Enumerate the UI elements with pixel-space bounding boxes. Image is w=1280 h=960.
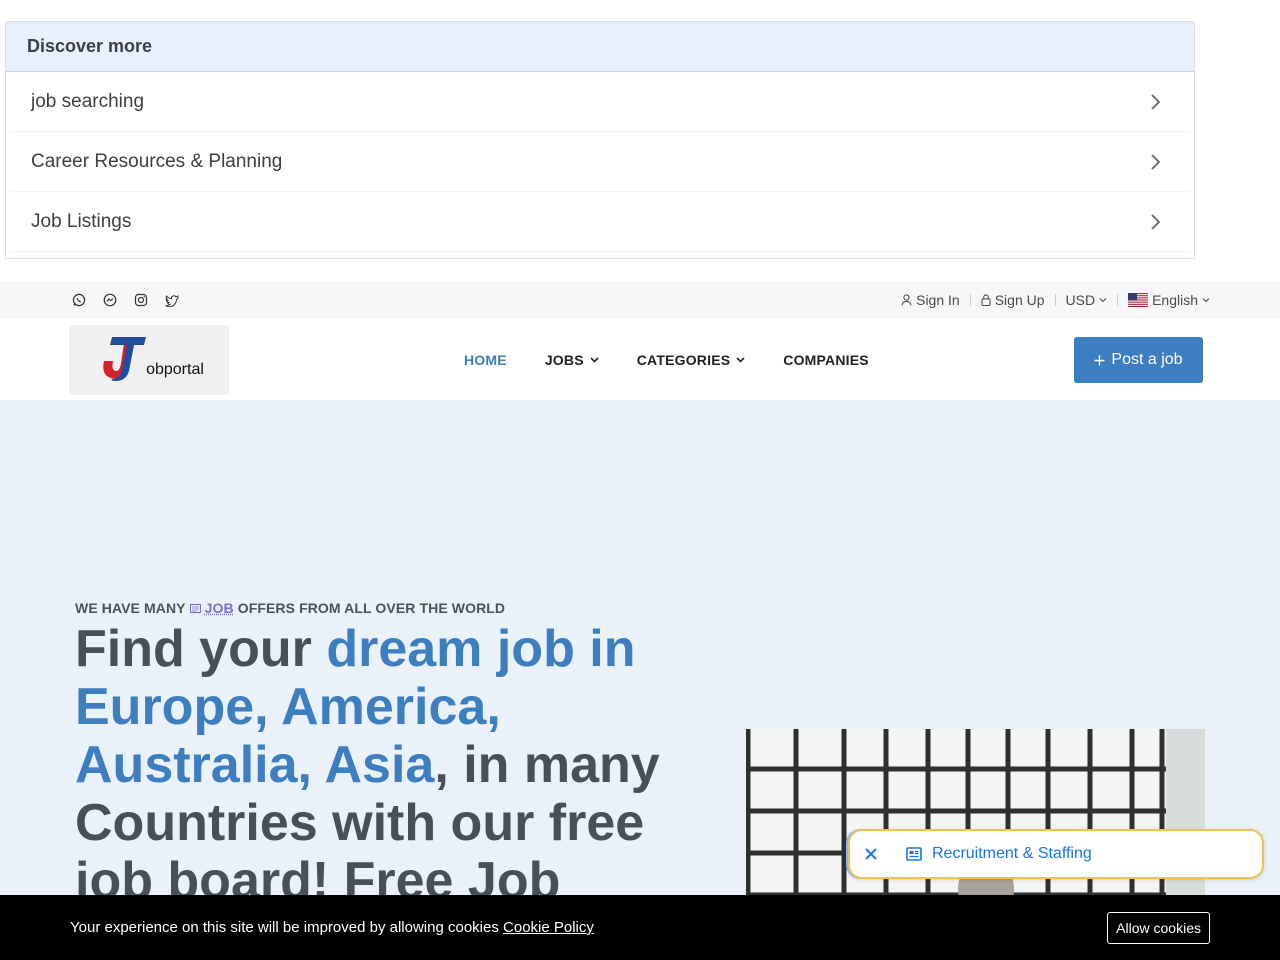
user-icon xyxy=(901,294,912,306)
us-flag-icon xyxy=(1128,293,1149,307)
nav-item-jobs[interactable]: JOBS xyxy=(545,352,599,368)
top-bar: Sign In Sign Up USD English xyxy=(0,281,1280,319)
discover-item-job-searching[interactable]: job searching xyxy=(10,72,1190,132)
hero-tagline: WE HAVE MANY JOB OFFERS FROM ALL OVER TH… xyxy=(75,600,505,616)
whatsapp-icon[interactable] xyxy=(72,293,86,307)
account-links: Sign In Sign Up USD English xyxy=(901,292,1210,308)
lock-icon xyxy=(981,294,991,306)
cookie-message-text: Your experience on this site will be imp… xyxy=(70,919,499,936)
nav-item-categories[interactable]: CATEGORIES xyxy=(637,352,746,368)
discover-more-title: Discover more xyxy=(27,36,153,56)
main-nav: obportal HOME JOBS CATEGORIES COMPANIES … xyxy=(0,319,1280,400)
twitter-icon[interactable] xyxy=(165,293,179,307)
logo-mark-icon xyxy=(103,337,147,381)
messenger-icon[interactable] xyxy=(103,293,117,307)
article-icon xyxy=(906,847,922,861)
cookie-message: Your experience on this site will be imp… xyxy=(70,919,594,936)
chevron-right-icon xyxy=(1151,153,1161,170)
sign-in-link[interactable]: Sign In xyxy=(901,292,960,308)
tagline-text: WE HAVE MANY xyxy=(75,600,186,616)
tagline-highlight-link[interactable]: JOB xyxy=(205,600,234,616)
plus-icon xyxy=(1094,355,1105,365)
currency-label: USD xyxy=(1065,292,1096,308)
nav-item-home[interactable]: HOME xyxy=(464,352,507,368)
main-menu: HOME JOBS CATEGORIES COMPANIES xyxy=(464,319,869,400)
cookie-policy-link[interactable]: Cookie Policy xyxy=(503,919,594,936)
post-a-job-button[interactable]: Post a job xyxy=(1074,337,1203,383)
chevron-right-icon xyxy=(1151,93,1161,110)
nav-item-label: CATEGORIES xyxy=(636,351,731,368)
sign-in-label: Sign In xyxy=(916,292,960,308)
logo-text: obportal xyxy=(146,361,204,378)
language-label: English xyxy=(1152,292,1198,308)
chevron-down-icon xyxy=(590,356,599,363)
chevron-down-icon xyxy=(1099,298,1107,303)
discover-more-panel: Discover more job searching Career Resou… xyxy=(5,21,1195,259)
site-logo[interactable]: obportal xyxy=(69,325,229,395)
allow-cookies-button[interactable]: Allow cookies xyxy=(1107,911,1210,944)
language-select[interactable]: English xyxy=(1128,292,1210,308)
hero-headline: Find your dream job in Europe, America, … xyxy=(75,620,695,910)
divider xyxy=(969,294,971,306)
chevron-right-icon xyxy=(1151,213,1161,230)
nav-item-label: HOME xyxy=(464,351,507,368)
discover-item-label: Job Listings xyxy=(31,210,132,232)
recruitment-chip-label: Recruitment & Staffing xyxy=(932,845,1092,862)
close-icon[interactable] xyxy=(864,847,878,861)
discover-item-label: Career Resources & Planning xyxy=(31,150,283,172)
post-a-job-label: Post a job xyxy=(1111,351,1183,368)
discover-item-job-listings[interactable]: Job Listings xyxy=(10,192,1190,252)
currency-select[interactable]: USD xyxy=(1066,292,1108,308)
discover-more-header: Discover more xyxy=(6,22,1194,72)
newspaper-icon xyxy=(189,603,201,613)
sign-up-label: Sign Up xyxy=(994,292,1045,308)
headline-text: Find your xyxy=(75,620,327,678)
recruitment-suggestion-chip[interactable]: Recruitment & Staffing xyxy=(848,829,1264,879)
discover-item-label: job searching xyxy=(31,90,145,112)
discover-item-career-resources[interactable]: Career Resources & Planning xyxy=(10,132,1190,192)
instagram-icon[interactable] xyxy=(134,293,148,307)
social-links xyxy=(72,293,179,307)
sign-up-link[interactable]: Sign Up xyxy=(981,292,1045,308)
divider xyxy=(1054,294,1056,306)
cookie-banner: Your experience on this site will be imp… xyxy=(0,895,1280,960)
nav-item-companies[interactable]: COMPANIES xyxy=(783,352,869,368)
nav-item-label: JOBS xyxy=(544,351,584,368)
chevron-down-icon xyxy=(736,356,745,363)
nav-item-label: COMPANIES xyxy=(783,351,869,368)
tagline-text: OFFERS FROM ALL OVER THE WORLD xyxy=(237,600,506,616)
chevron-down-icon xyxy=(1202,298,1210,303)
divider xyxy=(1117,294,1119,306)
